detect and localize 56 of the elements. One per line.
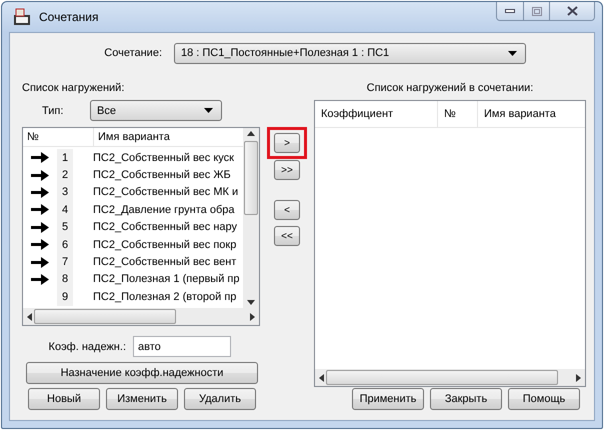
row-number: 5	[57, 218, 73, 236]
load-name[interactable]: ПС2_Собственный вес куск	[73, 152, 243, 164]
close-icon[interactable]	[549, 2, 594, 20]
load-name[interactable]: ПС2_Собственный вес МК и	[73, 186, 243, 198]
field-label: Тип:	[41, 104, 64, 116]
column-header[interactable]: №	[437, 101, 477, 127]
dialog-button[interactable]: Удалить	[184, 388, 256, 410]
load-name[interactable]: ПС2_Собственный вес вент	[73, 256, 243, 268]
field-label: Коэф. надежн.:	[48, 340, 127, 352]
row-number: 7	[57, 253, 73, 271]
assign-reliability-button[interactable]: Назначение коэфф.надежности	[26, 362, 258, 384]
dialog-button[interactable]: Применить	[352, 388, 424, 410]
row-number: 6	[57, 236, 73, 254]
dialog-button[interactable]: Помощь	[508, 388, 580, 410]
section-label: Список нагружений:	[22, 82, 126, 94]
column-header[interactable]: Коэффициент	[315, 101, 437, 127]
type-dropdown[interactable]: Все	[90, 100, 222, 121]
combination-dropdown[interactable]: 18 : ПС1_Постоянные+Полезная 1 : ПС1	[174, 42, 526, 64]
load-name[interactable]: ПС2_Давление грунта обра	[73, 204, 243, 216]
horizontal-scrollbar[interactable]	[315, 369, 585, 386]
load-name[interactable]: ПС2_Собственный вес нару	[73, 221, 243, 234]
scroll-right-icon[interactable]	[576, 374, 581, 382]
reliability-input[interactable]: авто	[133, 336, 231, 357]
row-number: 4	[57, 201, 73, 219]
row-number: 8	[57, 270, 73, 288]
dropdown-arrow-icon	[204, 108, 213, 113]
app-logo-icon	[13, 8, 31, 26]
move-button[interactable]: <<	[274, 226, 300, 246]
dialog-button[interactable]: Новый	[28, 388, 100, 410]
minimize-icon[interactable]	[497, 2, 523, 20]
dialog-button[interactable]: Изменить	[106, 388, 178, 410]
dropdown-arrow-icon	[508, 50, 517, 56]
load-name[interactable]: ПС2_Полезная 1 (первый пр	[73, 273, 243, 286]
section-label: Список нагружений в сочетании:	[366, 82, 534, 94]
row-number: 9	[57, 288, 73, 306]
field-label: Сочетание:	[103, 47, 163, 59]
row-number: 2	[57, 166, 73, 184]
row-number: 3	[57, 184, 73, 202]
move-button[interactable]: >>	[274, 160, 300, 180]
column-header[interactable]: №	[23, 131, 93, 143]
scroll-left-icon[interactable]	[319, 374, 324, 382]
load-name[interactable]: ПС2_Собственный вес ЖБ	[73, 169, 243, 182]
scroll-left-icon[interactable]	[27, 312, 32, 320]
row-number: 1	[57, 149, 73, 166]
move-button[interactable]: >	[274, 133, 300, 153]
load-name[interactable]: ПС2_Полезная 2 (второй пр	[73, 290, 243, 303]
dialog-button[interactable]: Закрыть	[430, 388, 502, 410]
move-button[interactable]: <	[274, 200, 300, 220]
scroll-down-icon[interactable]	[247, 300, 255, 305]
scroll-right-icon[interactable]	[250, 312, 255, 320]
load-name[interactable]: ПС2_Собственный вес покр	[73, 238, 243, 251]
column-header[interactable]: Имя варианта	[477, 101, 585, 127]
window-title: Сочетания	[39, 10, 100, 24]
vertical-scrollbar[interactable]	[243, 128, 259, 308]
horizontal-scrollbar[interactable]	[23, 308, 259, 325]
scroll-up-icon[interactable]	[247, 131, 255, 136]
